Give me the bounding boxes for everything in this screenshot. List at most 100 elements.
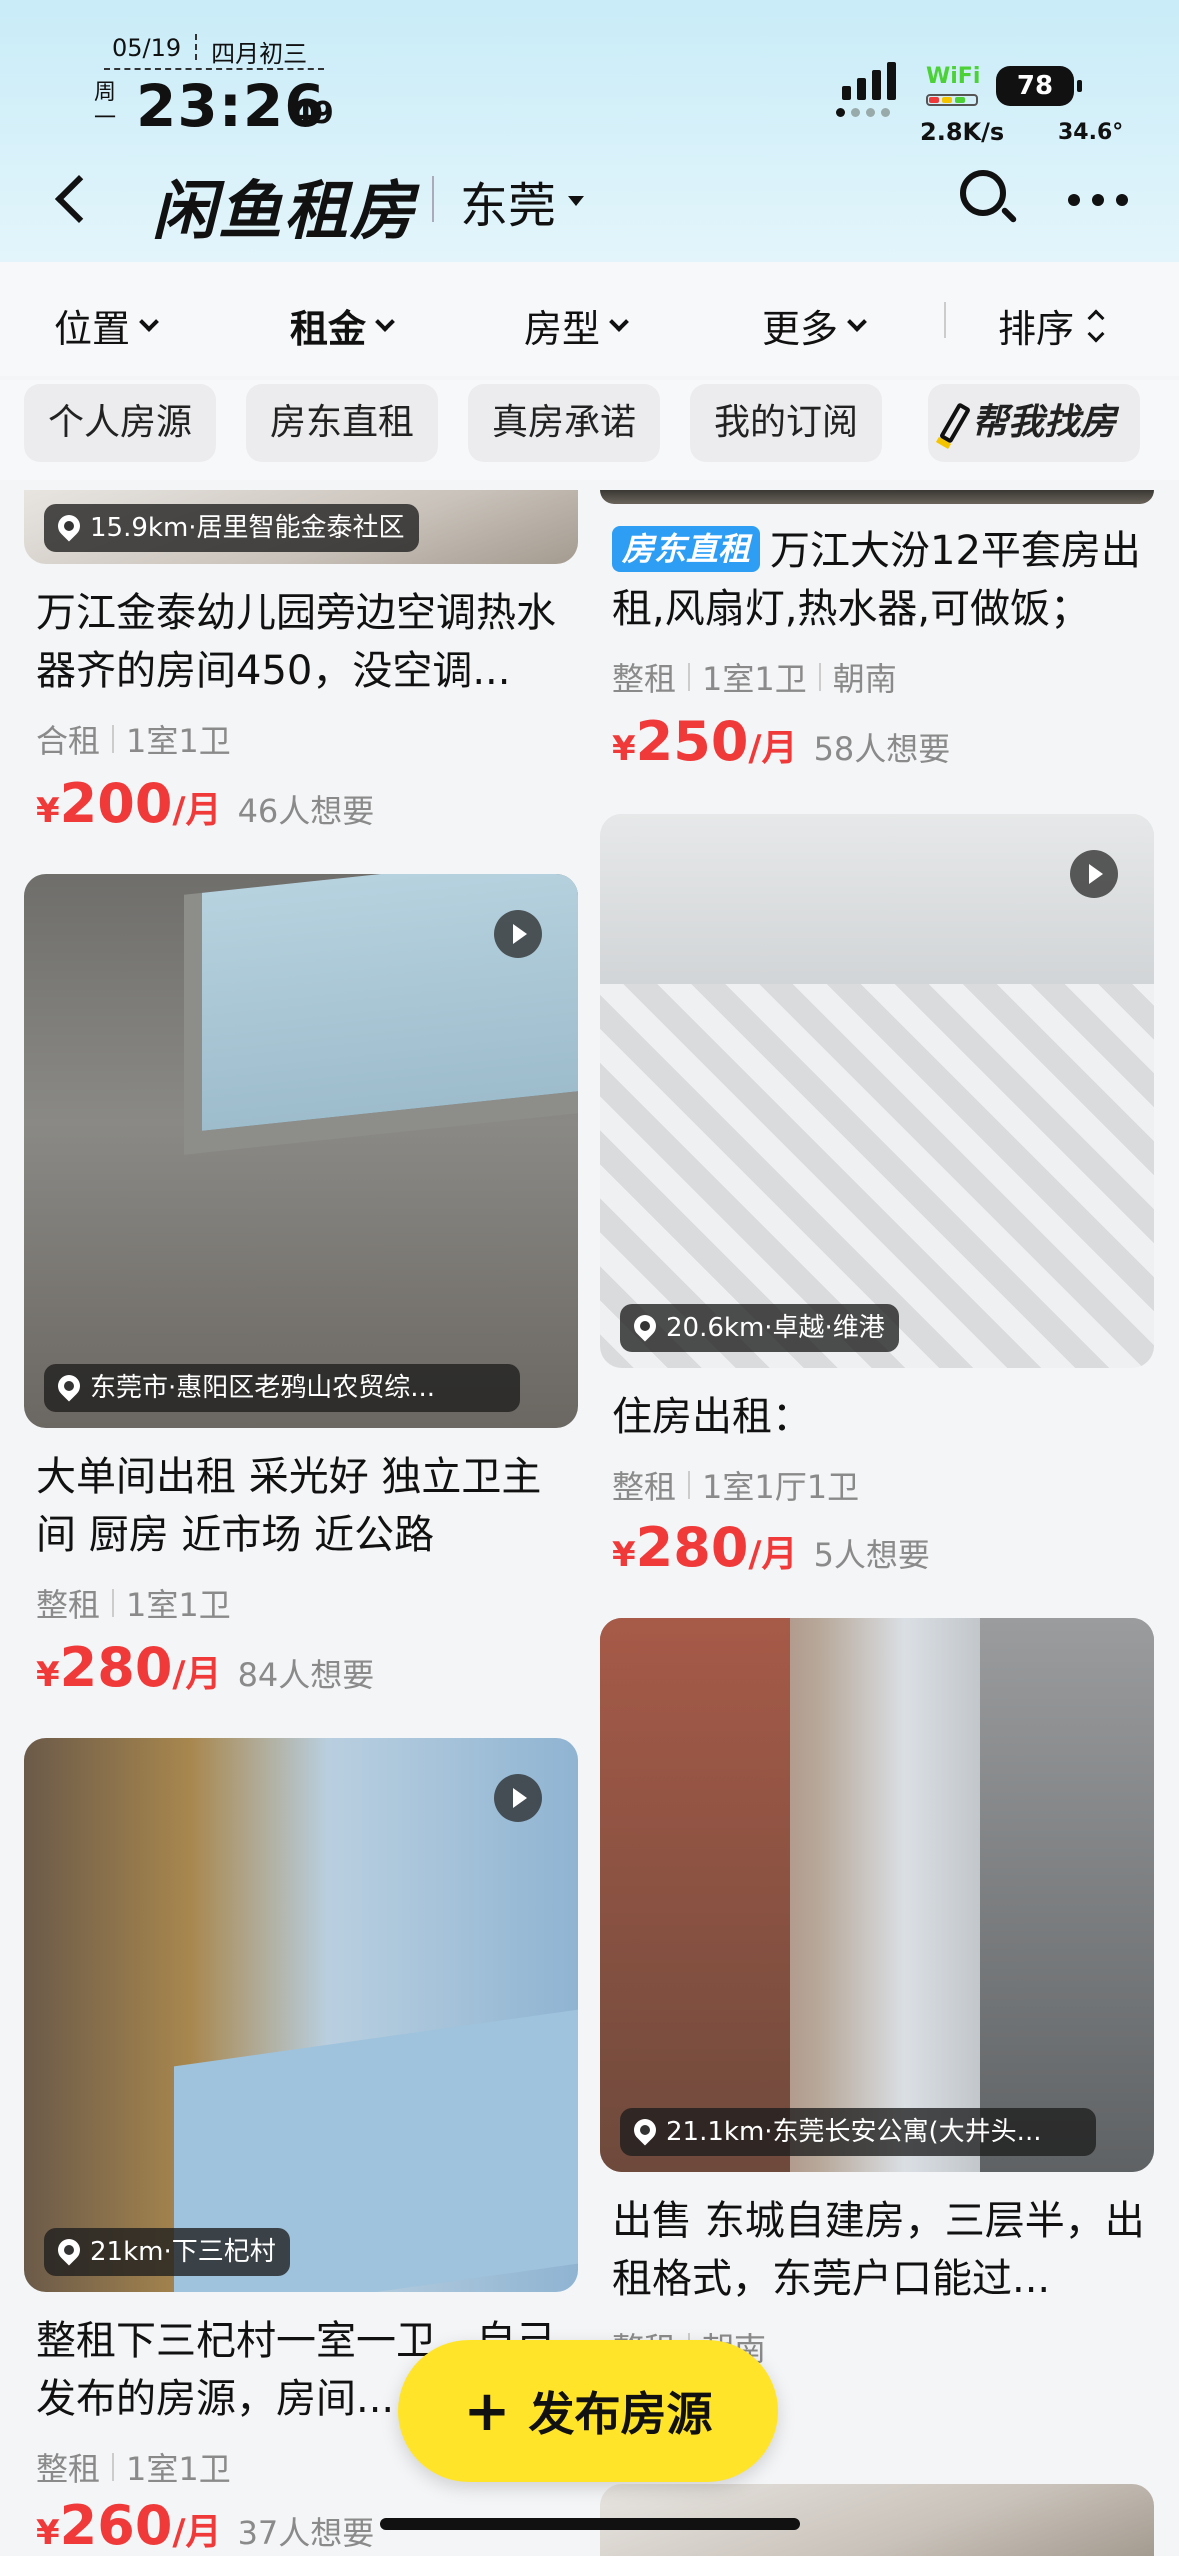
listing-price: ¥ 200 /月 46人想要 <box>36 772 374 835</box>
filter-room-type[interactable]: 房型 <box>524 298 629 353</box>
status-seconds: 49 <box>292 96 334 131</box>
want-count: 46人想要 <box>237 792 375 830</box>
location-pill: 20.6km·卓越·维港 <box>620 1304 899 1352</box>
home-indicator[interactable] <box>380 2518 800 2530</box>
filter-room-type-label: 房型 <box>524 307 601 351</box>
price-symbol: ¥ <box>612 1535 636 1575</box>
price-value: 260 <box>59 2494 173 2556</box>
listing-type: 整租 <box>36 1586 101 1624</box>
status-divider <box>104 68 324 70</box>
location-text: 21km·下三杞村 <box>90 2237 276 2267</box>
listing-image[interactable]: 20.6km·卓越·维港 <box>600 814 1154 1368</box>
filter-rent-label: 租金 <box>290 307 367 351</box>
status-weekday: 周一 <box>93 80 116 131</box>
listing-title[interactable]: 万江金泰幼儿园旁边空调热水器齐的房间450，没空调... <box>36 584 566 700</box>
play-icon[interactable] <box>494 1774 542 1822</box>
play-icon[interactable] <box>1070 850 1118 898</box>
wifi-label: WiFi <box>926 64 981 89</box>
listing-title[interactable]: 出售 东城自建房，三层半，出租格式，东莞户口能过... <box>612 2192 1152 2308</box>
location-pin-icon <box>53 510 85 542</box>
listing-image[interactable]: 21.1km·东莞长安公寓(大井头... <box>600 1618 1154 2172</box>
header: 05/19 四月初三 周一 23:26 49 WiFi 2.8K/s 78 34… <box>0 0 1179 262</box>
listing-rooms: 1室1卫 <box>126 1586 231 1624</box>
filter-sort[interactable]: 排序 <box>998 298 1105 353</box>
city-label: 东莞 <box>460 178 557 234</box>
want-count: 37人想要 <box>237 2514 375 2552</box>
price-value: 280 <box>635 1516 749 1579</box>
city-selector[interactable]: 东莞 <box>460 166 585 236</box>
chip-real-listing[interactable]: 真房承诺 <box>468 384 661 462</box>
location-pill: 东莞市·惠阳区老鸦山农贸综... <box>44 1364 520 1412</box>
filter-divider <box>944 302 946 338</box>
filter-more[interactable]: 更多 <box>762 298 867 353</box>
publish-listing-button[interactable]: + 发布房源 <box>398 2340 778 2482</box>
want-count: 84人想要 <box>237 1656 375 1694</box>
cellular-signal-icon <box>842 62 896 100</box>
help-find-button[interactable]: 帮我找房 <box>928 384 1141 462</box>
listing-title[interactable]: 住房出租： <box>612 1388 1152 1446</box>
price-unit: /月 <box>172 1654 222 1695</box>
status-date: 05/19 四月初三 <box>112 34 307 69</box>
listing-rooms: 1室1卫 <box>702 660 807 698</box>
search-icon[interactable] <box>958 168 1020 230</box>
chevron-down-icon <box>139 311 159 332</box>
listing-title[interactable]: 大单间出租 采光好 独立卫主间 厨房 近市场 近公路 <box>36 1448 566 1564</box>
quick-filter-chips: 个人房源 房东直租 真房承诺 我的订阅 帮我找房 <box>0 380 1179 480</box>
filter-location[interactable]: 位置 <box>54 298 159 353</box>
location-text: 20.6km·卓越·维港 <box>666 1313 885 1343</box>
price-value: 280 <box>59 1636 173 1699</box>
location-pill: 21km·下三杞村 <box>44 2228 290 2276</box>
listing-rooms: 1室1厅1卫 <box>702 1468 860 1506</box>
play-icon[interactable] <box>494 910 542 958</box>
listing-meta: 整租 1室1卫 朝南 <box>612 654 897 700</box>
listing-image[interactable] <box>600 490 1154 504</box>
more-icon[interactable] <box>1068 194 1128 206</box>
status-date-separator <box>195 34 198 60</box>
left-building <box>600 1618 790 2172</box>
listing-rooms: 1室1卫 <box>126 2450 231 2488</box>
listing-title[interactable]: 房东直租 万江大汾12平套房出租,风扇灯,热水器,可做饭； <box>612 522 1152 638</box>
location-pin-icon <box>629 2114 661 2146</box>
sort-arrows-icon <box>1087 309 1105 342</box>
sim-dots-icon <box>836 108 890 117</box>
price-value: 200 <box>59 772 173 835</box>
location-pin-icon <box>53 2234 85 2266</box>
price-unit: /月 <box>172 2512 222 2553</box>
price-value: 250 <box>635 710 749 773</box>
chip-my-subscriptions[interactable]: 我的订阅 <box>690 384 883 462</box>
listing-meta: 合租 1室1卫 <box>36 716 231 762</box>
caret-down-icon <box>568 196 585 206</box>
listing-type: 整租 <box>612 660 677 698</box>
filter-bar: 位置 租金 房型 更多 排序 <box>0 262 1179 376</box>
listing-type: 整租 <box>36 2450 101 2488</box>
listing-image[interactable]: 15.9km·居里智能金泰社区 <box>24 490 578 564</box>
listing-image[interactable]: 21km·下三杞村 <box>24 1738 578 2292</box>
right-building <box>980 1618 1154 2172</box>
location-text: 21.1km·东莞长安公寓(大井头... <box>666 2117 1042 2147</box>
wifi-strength-icon <box>926 94 978 106</box>
status-lunar-date: 四月初三 <box>211 40 308 68</box>
listing-orientation: 朝南 <box>832 660 897 698</box>
price-unit: /月 <box>172 790 222 831</box>
plus-icon: + <box>463 2378 511 2444</box>
filter-rent[interactable]: 租金 <box>290 298 395 353</box>
location-text: 东莞市·惠阳区老鸦山农贸综... <box>90 1373 436 1403</box>
temperature: 34.6° <box>1058 120 1124 145</box>
want-count: 58人想要 <box>813 730 951 768</box>
location-pill: 15.9km·居里智能金泰社区 <box>44 504 419 552</box>
location-text: 15.9km·居里智能金泰社区 <box>90 513 405 543</box>
battery-level: 78 <box>1016 71 1054 101</box>
network-speed: 2.8K/s <box>920 118 1005 146</box>
filter-location-label: 位置 <box>54 307 131 351</box>
price-symbol: ¥ <box>612 729 636 769</box>
back-icon[interactable] <box>44 168 104 232</box>
chip-personal-listing[interactable]: 个人房源 <box>24 384 217 462</box>
chip-landlord-direct[interactable]: 房东直租 <box>246 384 439 462</box>
listing-price: ¥ 280 /月 5人想要 <box>612 1516 930 1579</box>
battery-icon: 78 <box>996 66 1082 106</box>
listing-image[interactable]: 东莞市·惠阳区老鸦山农贸综... <box>24 874 578 1428</box>
price-unit: /月 <box>748 728 798 769</box>
listing-meta: 整租 1室1厅1卫 <box>612 1462 859 1508</box>
ceiling-edge <box>600 814 1154 984</box>
listing-price: ¥ 250 /月 58人想要 <box>612 710 950 773</box>
